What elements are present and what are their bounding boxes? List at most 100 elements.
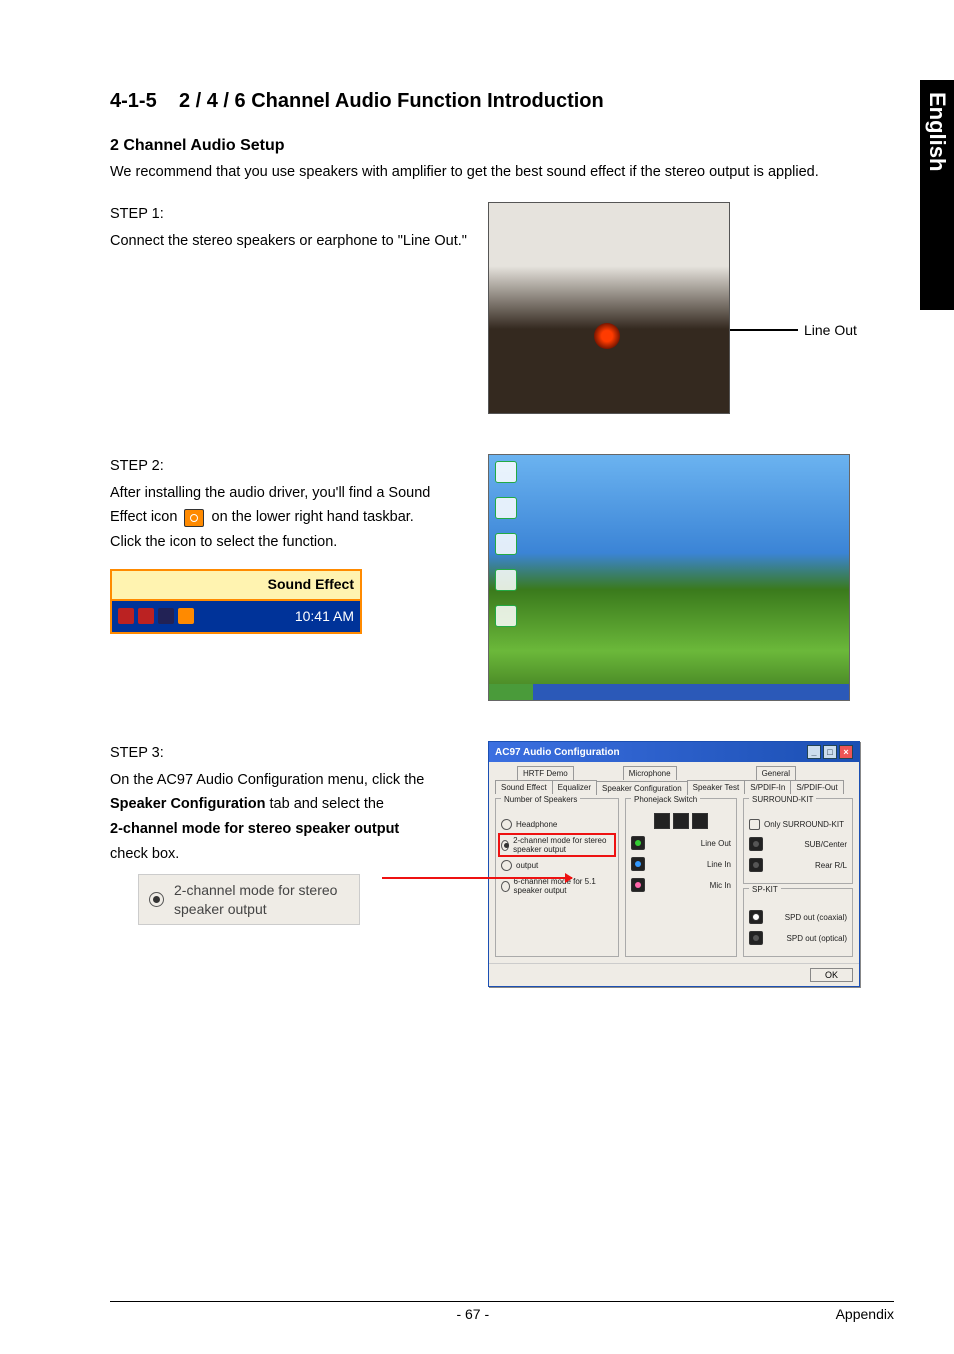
spd-coax: SPD out (coaxial) (749, 910, 847, 924)
step-2-line2: Effect icon on the lower right hand task… (110, 505, 470, 530)
step-2-line1: After installing the audio driver, you'l… (110, 481, 470, 506)
step-2-row: STEP 2: After installing the audio drive… (110, 454, 894, 701)
tab-speaker-test[interactable]: Speaker Test (687, 780, 746, 794)
step-1-label: STEP 1: (110, 202, 470, 227)
maximize-icon[interactable]: □ (823, 745, 837, 759)
group-surround-title: SURROUND-KIT (749, 795, 816, 804)
tab-sound-effect[interactable]: Sound Effect (495, 780, 553, 794)
surround-rear-label: Rear R/L (815, 861, 847, 870)
step-1-body: Connect the stereo speakers or earphone … (110, 229, 470, 254)
taskbar-screenshot: Sound Effect 10:41 AM (110, 569, 362, 635)
line-out-jack-highlight (594, 323, 620, 349)
step-3-line1: On the AC97 Audio Configuration menu, cl… (110, 768, 470, 793)
checkbox-example: 2-channel mode for stereospeaker output (138, 874, 360, 924)
dialog-titlebar: AC97 Audio Configuration _□× (489, 742, 859, 762)
opt-4channel[interactable]: output (501, 860, 613, 871)
group-phonejack: Phonejack Switch Line Out Line In Mic In (625, 798, 737, 957)
tab-row-top: HRTF Demo Microphone General (495, 766, 853, 780)
jack-linein: Line In (631, 857, 731, 871)
opt-headphone-label: Headphone (516, 820, 557, 829)
tab-spdif-in[interactable]: S/PDIF-In (744, 780, 791, 794)
group-speakers-title: Number of Speakers (501, 795, 580, 804)
swatch-icon (692, 813, 708, 829)
jack-icon (749, 858, 763, 872)
jack-icon (631, 878, 645, 892)
page-number: - 67 - (456, 1306, 489, 1322)
desktop-icon (495, 533, 517, 555)
page-footer: - 67 - Appendix (110, 1301, 894, 1322)
desktop-taskbar (489, 684, 849, 700)
line-out-label: Line Out (804, 322, 857, 338)
step-3-line2b: tab and select the (266, 796, 385, 812)
step-1-text: STEP 1: Connect the stereo speakers or e… (110, 202, 470, 414)
desktop-screenshot (488, 454, 850, 701)
section-number: 4-1-5 (110, 90, 157, 112)
jack-micin: Mic In (631, 878, 731, 892)
ok-button[interactable]: OK (810, 968, 853, 982)
tray-icon (138, 608, 154, 624)
step-2-label: STEP 2: (110, 454, 470, 479)
tray-clock: 10:41 AM (295, 605, 354, 629)
step-3-line2: Speaker Configuration tab and select the (110, 792, 470, 817)
jack-icon (749, 910, 763, 924)
opt-headphone[interactable]: Headphone (501, 819, 613, 830)
close-icon[interactable]: × (839, 745, 853, 759)
tab-general[interactable]: General (756, 766, 796, 780)
subsection-heading: 2 Channel Audio Setup (110, 137, 894, 155)
step-2-line2a: Effect icon (110, 509, 177, 525)
step-3-bold1: Speaker Configuration (110, 796, 266, 812)
only-surround[interactable]: Only SURROUND-KIT (749, 819, 847, 830)
jack-icon (749, 931, 763, 945)
ac97-dialog: AC97 Audio Configuration _□× HRTF Demo M… (488, 741, 860, 987)
desktop-icon (495, 461, 517, 483)
jack-icon (631, 836, 645, 850)
step-3-row: STEP 3: On the AC97 Audio Configuration … (110, 741, 894, 987)
callout-arrow (382, 877, 572, 879)
group-spkit: SP-KIT SPD out (coaxial) SPD out (optica… (743, 888, 853, 957)
checkbox-example-label: 2-channel mode for stereospeaker output (174, 881, 337, 917)
step-1-row: STEP 1: Connect the stereo speakers or e… (110, 202, 894, 414)
systray: 10:41 AM (112, 601, 360, 633)
surround-rear: Rear R/L (749, 858, 847, 872)
tray-icon (158, 608, 174, 624)
jack-icon (631, 857, 645, 871)
opt-4channel-label: output (516, 861, 538, 870)
step-2-line3: Click the icon to select the function. (110, 530, 470, 555)
tab-equalizer[interactable]: Equalizer (552, 780, 597, 794)
jack-linein-label: Line In (707, 860, 731, 869)
jack-lineout-label: Line Out (701, 839, 731, 848)
tray-icon (118, 608, 134, 624)
intro-paragraph: We recommend that you use speakers with … (110, 161, 894, 184)
tab-microphone[interactable]: Microphone (623, 766, 677, 780)
surround-sub-label: SUB/Center (804, 840, 847, 849)
minimize-icon[interactable]: _ (807, 745, 821, 759)
step-2-line2b: on the lower right hand taskbar. (212, 509, 414, 525)
window-buttons: _□× (805, 745, 853, 759)
footer-section: Appendix (836, 1306, 894, 1322)
group-phonejack-title: Phonejack Switch (631, 795, 700, 804)
step-2-text: STEP 2: After installing the audio drive… (110, 454, 470, 701)
desktop-icon (495, 497, 517, 519)
only-surround-label: Only SURROUND-KIT (764, 820, 844, 829)
tab-spdif-out[interactable]: S/PDIF-Out (790, 780, 843, 794)
right-column: SURROUND-KIT Only SURROUND-KIT SUB/Cente… (743, 798, 853, 957)
tab-hrtf[interactable]: HRTF Demo (517, 766, 574, 780)
surround-sub: SUB/Center (749, 837, 847, 851)
desktop-icon (495, 569, 517, 591)
tab-speaker-configuration[interactable]: Speaker Configuration (596, 781, 688, 795)
opt-6channel[interactable]: 6-channel mode for 5.1 speaker output (501, 877, 613, 895)
tooltip-sound-effect: Sound Effect (112, 571, 360, 601)
spd-coax-label: SPD out (coaxial) (785, 913, 847, 922)
audio-port-photo (488, 202, 730, 414)
dialog-footer: OK (489, 963, 859, 986)
group-surround: SURROUND-KIT Only SURROUND-KIT SUB/Cente… (743, 798, 853, 884)
tab-row-bottom: Sound Effect Equalizer Speaker Configura… (495, 780, 853, 794)
swatch-icon (673, 813, 689, 829)
tray-sound-icon (178, 608, 194, 624)
section-heading: 4-1-5 2 / 4 / 6 Channel Audio Function I… (110, 90, 894, 113)
opt-2channel-label: 2-channel mode for stereo speaker output (513, 836, 613, 854)
section-title-text: 2 / 4 / 6 Channel Audio Function Introdu… (179, 90, 604, 112)
opt-2channel[interactable]: 2-channel mode for stereo speaker output (501, 836, 613, 854)
dialog-title: AC97 Audio Configuration (495, 747, 620, 758)
step-3-line4: check box. (110, 842, 470, 867)
